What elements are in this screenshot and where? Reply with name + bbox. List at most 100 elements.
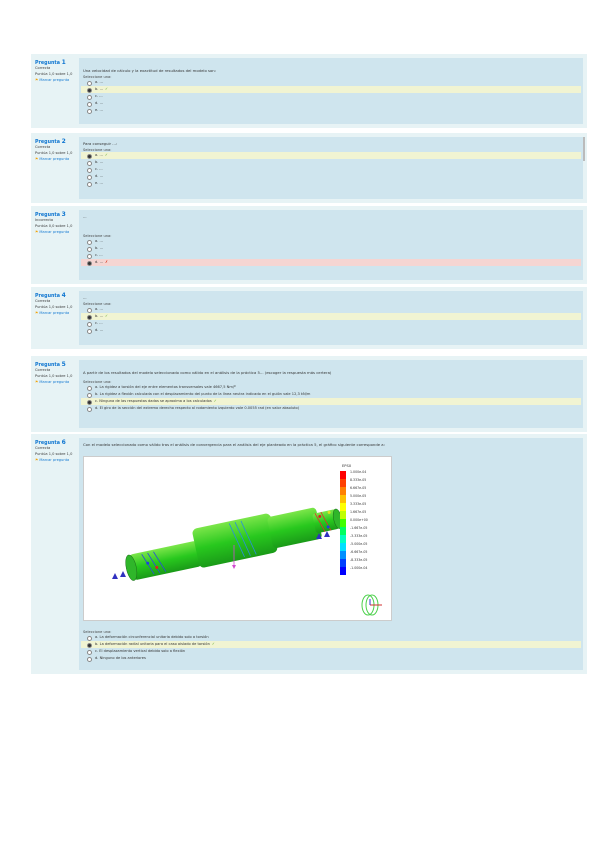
answer-option[interactable]: d. Ninguno de los anteriores xyxy=(81,655,581,662)
question-text: A partir de los resultados del modelo se… xyxy=(83,370,332,375)
answer-text: a. ... xyxy=(95,153,103,157)
answer-text: b. La deformación radial unitaria para e… xyxy=(95,642,210,646)
answer-option-selected[interactable]: c. Ninguna de las respuestas dadas se ap… xyxy=(81,398,581,405)
answer-text: d. Ninguno de los anteriores xyxy=(95,656,146,660)
legend-label: 6.667e-05 xyxy=(350,486,366,490)
shaft-model xyxy=(125,507,343,581)
answer-text: d. El giro de la sección del extremo der… xyxy=(95,406,300,410)
answer-option-selected[interactable]: b. La deformación radial unitaria para e… xyxy=(81,641,581,648)
legend-label: 8.333e-05 xyxy=(350,478,366,482)
flag-question-link[interactable]: ⚑ Marcar pregunta xyxy=(35,458,77,463)
question-label: Pregunta xyxy=(35,294,60,299)
question-label: Pregunta xyxy=(35,213,60,218)
answer-option[interactable]: e. ... xyxy=(81,107,581,114)
question-number: 5 xyxy=(61,361,66,368)
answer-option[interactable]: b. ... xyxy=(81,159,581,166)
answer-text: c. Ninguna de las respuestas dadas se ap… xyxy=(95,399,212,403)
question-number: 4 xyxy=(61,292,66,299)
question-number: 1 xyxy=(61,59,66,66)
answer-text: c. ... xyxy=(95,94,103,98)
question-1-block: Pregunta 1 Correcta Puntúa 1,0 sobre 1,0… xyxy=(31,54,587,128)
flag-question-link[interactable]: ⚑ Marcar pregunta xyxy=(35,311,77,316)
correct-check-icon: ✓ xyxy=(105,314,109,318)
legend-label: 3.333e-05 xyxy=(350,502,366,506)
question-number: 2 xyxy=(61,138,66,145)
answer-option[interactable]: c. El desplazamiento vertical debido sol… xyxy=(81,648,581,655)
legend-swatch xyxy=(340,479,346,487)
answer-option[interactable]: a. ... xyxy=(81,79,581,86)
scrollbar[interactable] xyxy=(583,137,585,161)
question-number: 3 xyxy=(61,211,66,218)
incorrect-cross-icon: ✗ xyxy=(105,260,109,264)
answer-option[interactable]: a. La deformación circunferencial unitar… xyxy=(81,634,581,641)
answer-option-selected[interactable]: b. ... ✓ xyxy=(81,86,581,93)
answer-option[interactable]: d. ... xyxy=(81,100,581,107)
radio-button[interactable] xyxy=(87,407,92,412)
correct-check-icon: ✓ xyxy=(213,399,217,403)
answer-text: b. ... xyxy=(95,87,103,91)
answer-option[interactable]: c. ... xyxy=(81,320,581,327)
answer-text: e. ... xyxy=(95,181,103,185)
answer-text: d. ... xyxy=(95,328,103,332)
answer-option[interactable]: c. ... xyxy=(81,252,581,259)
question-info: Pregunta 5 Correcta Puntúa 1,0 sobre 1,0… xyxy=(35,362,77,386)
answer-option[interactable]: d. ... xyxy=(81,327,581,334)
answers-block: Seleccione una: a. La deformación circun… xyxy=(79,628,583,662)
answer-option[interactable]: d. ... xyxy=(81,173,581,180)
radio-button[interactable] xyxy=(87,109,92,114)
answer-text: a. La rigidez a torsión del eje entre el… xyxy=(95,385,236,389)
answer-option-selected[interactable]: b. ... ✓ xyxy=(81,313,581,320)
question-text: ... xyxy=(83,214,87,219)
question-label: Pregunta xyxy=(35,441,60,446)
legend-title: EPSX xyxy=(342,464,352,468)
flag-question-link[interactable]: ⚑ Marcar pregunta xyxy=(35,230,77,235)
flag-icon: ⚑ xyxy=(35,78,39,83)
answer-option-selected[interactable]: a. ... ✓ xyxy=(81,152,581,159)
answer-text: e. ... xyxy=(95,108,103,112)
radio-button[interactable] xyxy=(87,657,92,662)
answer-text: a. ... xyxy=(95,239,103,243)
legend-swatch xyxy=(340,511,346,519)
answer-option[interactable]: c. ... xyxy=(81,93,581,100)
legend-swatch xyxy=(340,551,346,559)
legend-swatch xyxy=(340,495,346,503)
support-icon xyxy=(112,571,126,579)
shaft-fea-plot: EPSX 1.000e-04 8.333e-05 6.667e-05 5.000e-0… xyxy=(112,464,382,616)
legend-label: -1.000e-04 xyxy=(350,566,367,570)
answer-option[interactable]: e. ... xyxy=(81,180,581,187)
radio-button[interactable] xyxy=(87,261,92,266)
radio-button[interactable] xyxy=(87,329,92,334)
flag-label: Marcar pregunta xyxy=(39,311,70,316)
flag-label: Marcar pregunta xyxy=(39,157,70,162)
answer-option[interactable]: b. ... xyxy=(81,245,581,252)
fea-result-figure: EPSX 1.000e-04 8.333e-05 6.667e-05 5.000e-0… xyxy=(83,456,392,621)
flag-question-link[interactable]: ⚑ Marcar pregunta xyxy=(35,78,77,83)
answer-option[interactable]: a. ... xyxy=(81,306,581,313)
correct-check-icon: ✓ xyxy=(211,642,215,646)
flag-icon: ⚑ xyxy=(35,157,39,162)
answer-text: c. ... xyxy=(95,253,103,257)
question-content: Para conseguir ...: Seleccione una: a. .… xyxy=(79,137,583,199)
legend-swatch xyxy=(340,519,346,527)
question-label: Pregunta xyxy=(35,140,60,145)
answer-option[interactable]: a. ... xyxy=(81,238,581,245)
question-number: 6 xyxy=(61,439,66,446)
question-score: Puntúa 1,0 sobre 1,0 xyxy=(35,451,73,456)
question-content: Con el modelo seleccionado como válido t… xyxy=(79,438,583,670)
radio-button[interactable] xyxy=(87,182,92,187)
question-text: Con el modelo seleccionado como válido t… xyxy=(83,442,385,447)
answer-option[interactable]: b. La rigidez a flexión calculada con el… xyxy=(81,391,581,398)
legend-swatch xyxy=(340,471,346,479)
flag-label: Marcar pregunta xyxy=(39,230,70,235)
answer-text: a. La deformación circunferencial unitar… xyxy=(95,635,209,639)
axis-triad-icon xyxy=(361,594,382,616)
answer-option[interactable]: a. La rigidez a torsión del eje entre el… xyxy=(81,384,581,391)
question-content: ... Seleccione una: a. ... b. ... c. ...… xyxy=(79,210,583,280)
flag-question-link[interactable]: ⚑ Marcar pregunta xyxy=(35,157,77,162)
answer-option[interactable]: c. ... xyxy=(81,166,581,173)
answer-option[interactable]: d. El giro de la sección del extremo der… xyxy=(81,405,581,412)
answer-option-selected[interactable]: d. ... ✗ xyxy=(81,259,581,266)
question-score: Puntúa 1,0 sobre 1,0 xyxy=(35,373,73,378)
flag-question-link[interactable]: ⚑ Marcar pregunta xyxy=(35,380,77,385)
question-score: Puntúa 1,0 sobre 1,0 xyxy=(35,150,73,155)
